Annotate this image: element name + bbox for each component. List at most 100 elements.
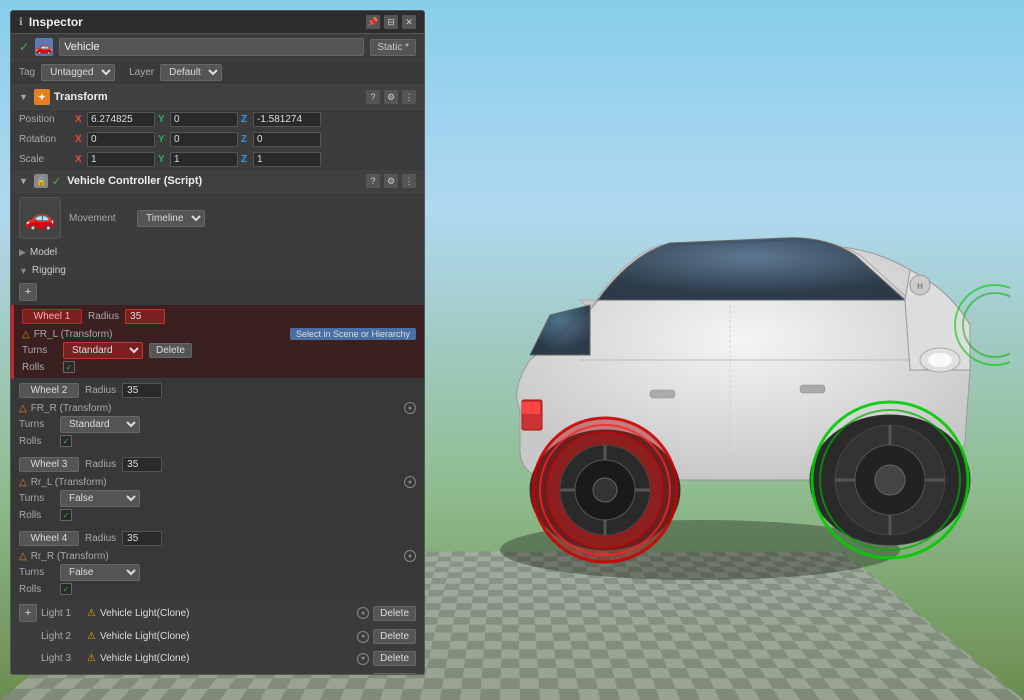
rotation-z-input[interactable] xyxy=(253,132,321,147)
wheel-4-transform-icon: △ xyxy=(19,551,27,562)
scale-z-label: Z xyxy=(241,154,251,165)
wheel-3-target-icon[interactable]: ● xyxy=(404,476,416,488)
wheel-3-transform-icon: △ xyxy=(19,477,27,488)
wheel-1-rolls-checkbox[interactable]: ✓ xyxy=(63,361,75,373)
layer-select[interactable]: Default xyxy=(160,64,222,81)
rotation-x-input[interactable] xyxy=(87,132,155,147)
scale-z-field: Z xyxy=(241,152,321,167)
transform-menu-button[interactable]: ⋮ xyxy=(402,90,416,104)
wheel-3-button[interactable]: Wheel 3 xyxy=(19,457,79,472)
light-1-target-icon[interactable]: ● xyxy=(357,607,369,619)
wheel-1-button[interactable]: Wheel 1 xyxy=(22,309,82,324)
wheel-2-rolls-label: Rolls xyxy=(19,436,54,447)
wheel-2-target-icon[interactable]: ● xyxy=(404,402,416,414)
svg-text:H: H xyxy=(917,282,923,291)
position-row: Position X Y Z xyxy=(11,110,424,130)
vc-active-check[interactable]: ✓ xyxy=(52,175,61,188)
light-3-label: Light 3 xyxy=(41,653,83,664)
light-1-name: Vehicle Light(Clone) xyxy=(100,608,353,619)
wheel-1-select-button[interactable]: Select in Scene or Hierarchy xyxy=(290,328,416,340)
static-button[interactable]: Static * xyxy=(370,39,416,56)
bookmark-button[interactable]: 📌 xyxy=(366,15,380,29)
layout-button[interactable]: ⊟ xyxy=(384,15,398,29)
wheel-4-button[interactable]: Wheel 4 xyxy=(19,531,79,546)
wheel-1-radius-input[interactable] xyxy=(125,309,165,324)
light-2-label: Light 2 xyxy=(41,631,83,642)
wheel-1-transform-ref: FR_L (Transform) xyxy=(34,329,286,340)
wheel-4-radius-input[interactable] xyxy=(122,531,162,546)
transform-help-button[interactable]: ? xyxy=(366,90,380,104)
tag-label: Tag xyxy=(19,67,35,78)
position-x-label: X xyxy=(75,114,85,125)
wheel-4-target-icon[interactable]: ● xyxy=(404,550,416,562)
add-button[interactable]: + xyxy=(19,283,37,301)
light-2-warning-icon: ⚠ xyxy=(87,631,96,642)
position-x-input[interactable] xyxy=(87,112,155,127)
wheel-3-rolls-checkbox[interactable]: ✓ xyxy=(60,509,72,521)
position-x-field: X xyxy=(75,112,155,127)
light-1-delete-button[interactable]: Delete xyxy=(373,606,416,621)
wheel-3-turns-row: Turns False Standard xyxy=(19,489,416,508)
wheel-2-button[interactable]: Wheel 2 xyxy=(19,383,79,398)
wheel-3-radius-input[interactable] xyxy=(122,457,162,472)
wheel-4-rolls-row: Rolls ✓ xyxy=(19,582,416,596)
wheel-3-transform-ref: Rr_L (Transform) xyxy=(31,477,400,488)
position-y-input[interactable] xyxy=(170,112,238,127)
wheel-2-rolls-checkbox[interactable]: ✓ xyxy=(60,435,72,447)
transform-actions: ? ⚙ ⋮ xyxy=(366,90,416,104)
vc-actions: ? ⚙ ⋮ xyxy=(366,174,416,188)
active-checkbox[interactable]: ✓ xyxy=(19,40,29,54)
position-xyz: X Y Z xyxy=(75,112,416,127)
light-2-target-icon[interactable]: ● xyxy=(357,631,369,643)
rotation-y-input[interactable] xyxy=(170,132,238,147)
wheel-4-turns-row: Turns False Standard xyxy=(19,563,416,582)
light-1-label: Light 1 xyxy=(41,608,83,619)
lock-icon: 🔒 xyxy=(34,174,48,188)
wheel-2-turns-select[interactable]: Standard False xyxy=(60,416,140,433)
object-row: ✓ 🚗 Static * xyxy=(11,34,424,61)
light-1-add-button[interactable]: + xyxy=(19,604,37,622)
wheel-3-turns-label: Turns xyxy=(19,493,54,504)
vc-help-button[interactable]: ? xyxy=(366,174,380,188)
movement-select[interactable]: Timeline Physics xyxy=(137,210,205,227)
wheel-1-turns-row: Turns Standard False Delete xyxy=(22,341,416,360)
transform-toggle[interactable]: ▼ xyxy=(19,92,28,102)
light-4-delete-button[interactable]: Delete xyxy=(373,673,416,674)
inspector-scrollable[interactable]: ✓ 🚗 Static * Tag Untagged Layer Default … xyxy=(11,34,424,674)
scale-y-input[interactable] xyxy=(170,152,238,167)
rotation-y-field: Y xyxy=(158,132,238,147)
scale-z-input[interactable] xyxy=(253,152,321,167)
wheel-1-transform-row: △ FR_L (Transform) Select in Scene or Hi… xyxy=(22,327,416,341)
light-2-delete-button[interactable]: Delete xyxy=(373,629,416,644)
scale-row: Scale X Y Z xyxy=(11,150,424,170)
light-3-delete-button[interactable]: Delete xyxy=(373,651,416,666)
position-z-input[interactable] xyxy=(253,112,321,127)
light-4-row: Light 4 ⚠ Vehicle Light(Clone) ● Delete xyxy=(11,670,424,674)
inspector-panel: ℹ Inspector 📌 ⊟ ✕ ✓ 🚗 Static * Tag Untag… xyxy=(10,10,425,675)
transform-settings-button[interactable]: ⚙ xyxy=(384,90,398,104)
rigging-arrow: ▼ xyxy=(19,266,28,276)
wheel-2-radius-label: Radius xyxy=(85,385,116,396)
vc-settings-button[interactable]: ⚙ xyxy=(384,174,398,188)
wheel-2-radius-input[interactable] xyxy=(122,383,162,398)
light-3-row: Light 3 ⚠ Vehicle Light(Clone) ● Delete xyxy=(11,648,424,670)
rigging-collapse[interactable]: ▼ Rigging xyxy=(11,262,424,280)
tag-select[interactable]: Untagged xyxy=(41,64,115,81)
model-collapse[interactable]: ▶ Model xyxy=(11,244,424,262)
wheel-4-turns-select[interactable]: False Standard xyxy=(60,564,140,581)
position-label: Position xyxy=(19,114,71,125)
wheel-3-turns-select[interactable]: False Standard xyxy=(60,490,140,507)
close-button[interactable]: ✕ xyxy=(402,15,416,29)
vc-menu-button[interactable]: ⋮ xyxy=(402,174,416,188)
light-3-target-icon[interactable]: ● xyxy=(357,653,369,665)
vc-toggle[interactable]: ▼ xyxy=(19,176,28,186)
scale-x-input[interactable] xyxy=(87,152,155,167)
inspector-header-left: ℹ Inspector xyxy=(19,15,83,29)
position-y-field: Y xyxy=(158,112,238,127)
wheel-4-rolls-checkbox[interactable]: ✓ xyxy=(60,583,72,595)
wheel-1-transform-icon: △ xyxy=(22,329,30,340)
wheel-1-delete-button[interactable]: Delete xyxy=(149,343,192,358)
object-name-input[interactable] xyxy=(59,38,364,56)
wheel-1-turns-select[interactable]: Standard False xyxy=(63,342,143,359)
inspector-icons: 📌 ⊟ ✕ xyxy=(366,15,416,29)
